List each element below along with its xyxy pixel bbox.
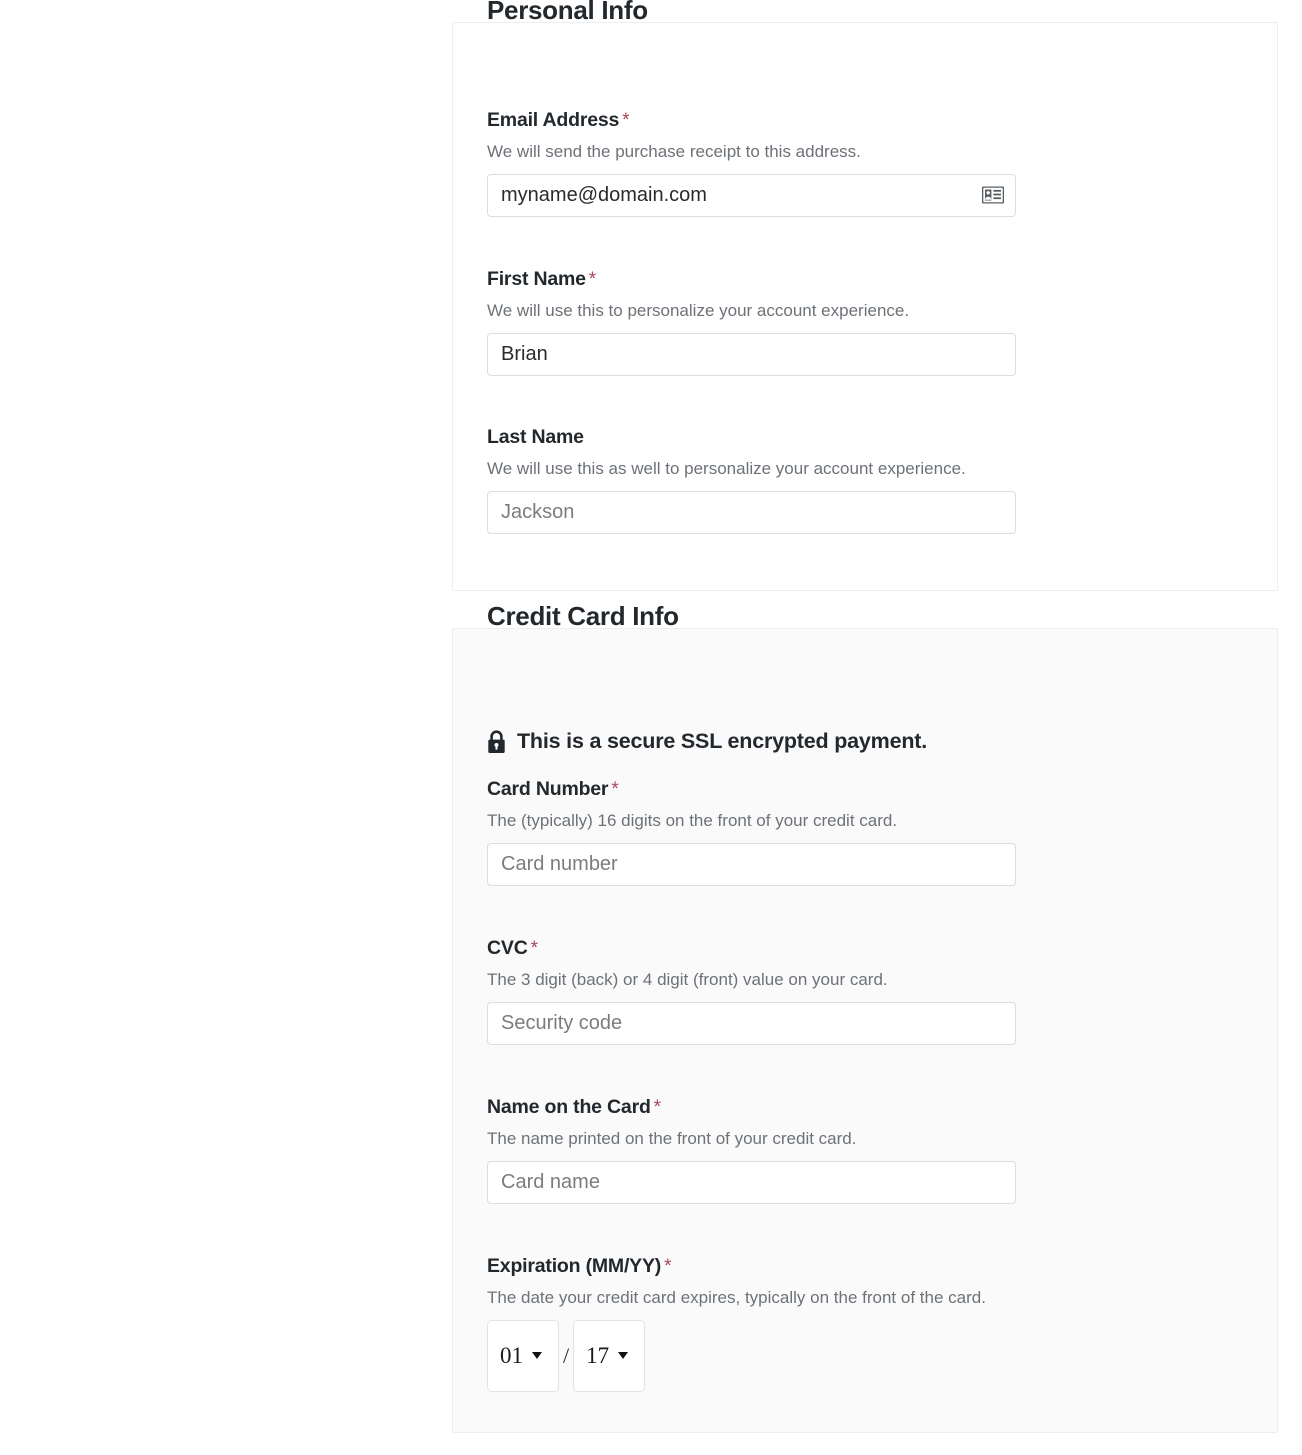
name-on-card-input[interactable]	[487, 1160, 1016, 1204]
expiration-year-select[interactable]: 17	[573, 1319, 646, 1392]
lock-icon	[488, 729, 505, 753]
card-number-description: The (typically) 16 digits on the front o…	[487, 810, 898, 830]
expiration-year-value: 17	[586, 1343, 610, 1369]
ssl-secure-notice: This is a secure SSL encrypted payment.	[487, 729, 927, 754]
field-last-name: Last Name We will use this as well to pe…	[487, 425, 1016, 534]
card-number-label-text: Card Number	[487, 778, 609, 800]
personal-info-fieldset: Personal Info Email Address * We will sen…	[452, 0, 1278, 591]
expiration-month-value: 01	[500, 1343, 523, 1369]
cvc-label: CVC *	[487, 936, 1016, 961]
cvc-description: The 3 digit (back) or 4 digit (front) va…	[487, 969, 888, 989]
card-number-input[interactable]	[487, 842, 1016, 886]
last-name-input-wrap	[487, 490, 1016, 534]
field-expiration: Expiration (MM/YY) * The date your credit…	[487, 1254, 986, 1392]
credit-card-info-legend: Credit Card Info	[487, 601, 679, 631]
expiration-description: The date your credit card expires, typic…	[487, 1287, 986, 1307]
email-address-label: Email Address *	[487, 108, 1016, 133]
cvc-required-asterisk: *	[530, 938, 538, 959]
expiration-month-select[interactable]: 01	[487, 1319, 559, 1392]
first-name-input-wrap	[487, 332, 1016, 376]
ssl-notice-text: This is a secure SSL encrypted payment.	[517, 729, 928, 753]
field-card-number: Card Number * The (typically) 16 digits o…	[487, 777, 1016, 886]
credit-card-info-fieldset: Credit Card Info This is a secure SSL en…	[452, 601, 1278, 1433]
field-name-on-card: Name on the Card * The name printed on th…	[487, 1095, 1016, 1204]
cvc-input[interactable]	[487, 1001, 1016, 1045]
first-name-label-text: First Name	[487, 268, 586, 290]
first-name-input[interactable]	[487, 332, 1016, 376]
expiration-label: Expiration (MM/YY) *	[487, 1254, 986, 1279]
cvc-label-text: CVC	[487, 937, 528, 959]
name-on-card-required-asterisk: *	[653, 1097, 661, 1118]
first-name-label: First Name *	[487, 267, 1016, 292]
first-name-required-asterisk: *	[588, 269, 596, 290]
card-number-input-wrap	[487, 842, 1016, 886]
field-first-name: First Name * We will use this to personal…	[487, 267, 1016, 376]
name-on-card-label: Name on the Card *	[487, 1095, 1016, 1120]
email-address-input-wrap	[487, 173, 1016, 217]
expiration-required-asterisk: *	[664, 1256, 672, 1277]
chevron-down-icon	[532, 1352, 542, 1360]
first-name-description: We will use this to personalize your acc…	[487, 300, 910, 320]
chevron-down-icon	[618, 1352, 629, 1360]
card-number-required-asterisk: *	[611, 779, 619, 800]
last-name-label: Last Name	[487, 425, 1016, 450]
last-name-label-text: Last Name	[487, 426, 584, 448]
email-address-required-asterisk: *	[622, 110, 630, 131]
expiration-label-text: Expiration (MM/YY)	[487, 1255, 662, 1277]
field-email-address: Email Address * We will send the purchase…	[487, 108, 1016, 217]
email-address-input[interactable]	[487, 173, 1016, 217]
field-cvc: CVC * The 3 digit (back) or 4 digit (fron…	[487, 936, 1016, 1045]
expiration-controls: 01 / 17	[487, 1319, 986, 1392]
last-name-input[interactable]	[487, 490, 1016, 534]
email-address-label-text: Email Address	[487, 109, 620, 131]
checkout-form-page: Personal Info Email Address * We will sen…	[0, 0, 1302, 1455]
cvc-input-wrap	[487, 1001, 1016, 1045]
name-on-card-input-wrap	[487, 1160, 1016, 1204]
last-name-description: We will use this as well to personalize …	[487, 458, 966, 478]
card-number-label: Card Number *	[487, 777, 1016, 802]
email-address-description: We will send the purchase receipt to thi…	[487, 141, 861, 161]
expiration-separator: /	[563, 1342, 570, 1368]
name-on-card-label-text: Name on the Card	[487, 1096, 651, 1118]
name-on-card-description: The name printed on the front of your cr…	[487, 1128, 857, 1148]
personal-info-legend: Personal Info	[487, 0, 648, 25]
